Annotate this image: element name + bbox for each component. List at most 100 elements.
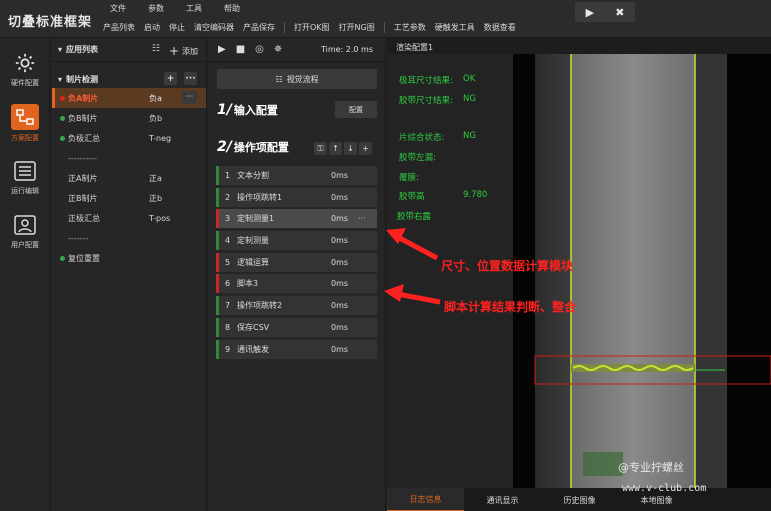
menu-data-view[interactable]: 数据查看	[484, 22, 516, 33]
plus-icon: +	[168, 44, 179, 58]
flow-icon	[11, 103, 39, 130]
list-item[interactable]: 负极汇总 T-neg	[52, 128, 206, 148]
op-item[interactable]: 6 脚本3 0ms	[216, 274, 377, 294]
status-dot	[60, 95, 65, 101]
group-header[interactable]: ▾ 制片检测 + ···	[52, 70, 206, 88]
item-name: ----------	[68, 153, 97, 163]
list-item[interactable]: 正A制片 正a	[52, 168, 206, 188]
close-icon[interactable]: ✖	[615, 6, 624, 19]
item-name: 负极汇总	[68, 133, 100, 143]
move-down-icon[interactable]: ↓	[344, 142, 357, 155]
op-item[interactable]: 1 文本分割 0ms	[216, 166, 377, 185]
item-name: 正B制片	[68, 193, 98, 203]
menu-help[interactable]: 帮助	[224, 3, 240, 14]
menu-open-ng-image[interactable]: 打开NG图	[339, 22, 375, 33]
op-item[interactable]: 5 逻辑运算 0ms	[216, 252, 377, 272]
tab-log[interactable]: 日志信息	[387, 488, 464, 511]
op-name: 定制测量	[237, 236, 269, 246]
menu-clear-encoder[interactable]: 清空编码器	[194, 22, 234, 33]
op-time: 0ms	[331, 301, 349, 311]
bottom-tabs: 日志信息 通讯显示 历史图像 本地图像	[387, 488, 771, 511]
play-icon[interactable]: ▶	[218, 44, 226, 55]
sidebar-item-label: 硬件配置	[11, 78, 39, 87]
bulb-icon[interactable]: ✵	[274, 44, 282, 55]
op-name: 操作项跳转2	[237, 301, 283, 311]
config-button[interactable]: 配置	[335, 101, 377, 118]
vision-flow-button[interactable]: ☷ 视觉流程	[217, 69, 377, 89]
add-app-button[interactable]: + 添加	[169, 44, 198, 58]
tab-comm[interactable]: 通讯显示	[464, 488, 541, 511]
move-up-icon[interactable]: ↑	[329, 142, 342, 155]
op-time: 0ms	[331, 171, 349, 180]
tab-history-image[interactable]: 历史图像	[541, 488, 618, 511]
op-item[interactable]: 7 操作项跳转2 0ms	[216, 296, 377, 316]
op-item[interactable]: 9 通讯触发 0ms	[216, 339, 377, 359]
menu-tools[interactable]: 工具	[186, 3, 202, 14]
menu-separator	[284, 22, 285, 33]
collapse-icon[interactable]: ▾	[58, 45, 62, 54]
hierarchy-icon[interactable]: ☷	[152, 44, 160, 54]
menu-start[interactable]: 启动	[144, 22, 160, 33]
menu-open-ok-image[interactable]: 打开OK图	[294, 22, 330, 33]
add-group-button[interactable]: +	[164, 72, 177, 85]
add-op-icon[interactable]: +	[359, 142, 372, 155]
list-item[interactable]: 正B制片 正b	[52, 188, 206, 208]
step-icon[interactable]: ◎	[255, 44, 264, 55]
result-label: 胶带尺寸结果:	[399, 96, 453, 106]
image-canvas[interactable]: 极耳尺寸结果: OK 胶带尺寸结果: NG 片综合状态: NG 胶带左漏: 覆膜…	[387, 54, 771, 511]
lock-icon[interactable]: ⚿	[314, 142, 327, 155]
op-name: 定制测量1	[237, 214, 275, 224]
item-value: 负a	[149, 93, 162, 103]
stop-icon[interactable]: ■	[236, 44, 245, 55]
sidebar-item-hardware[interactable]: 硬件配置	[0, 44, 50, 94]
sidebar-item-user[interactable]: 用户配置	[0, 206, 50, 256]
gear-icon	[13, 51, 37, 75]
menu-save-product[interactable]: 产品保存	[243, 22, 275, 33]
app-title: 切叠标准框架	[8, 15, 93, 30]
op-more-button[interactable]: ···	[358, 214, 366, 223]
menu-stop[interactable]: 停止	[169, 22, 185, 33]
menu-product-list[interactable]: 产品列表	[103, 22, 135, 33]
menu-hard-trigger-tool[interactable]: 硬触发工具	[435, 22, 475, 33]
result-overall: 片综合状态: NG	[399, 131, 476, 143]
item-value: T-neg	[149, 133, 172, 143]
status-dot	[60, 135, 65, 141]
list-item[interactable]: 复位重置	[52, 248, 206, 268]
op-item[interactable]: 2 操作项跳转1 0ms	[216, 187, 377, 207]
sidebar-item-run-edit[interactable]: 运行编辑	[0, 152, 50, 202]
input-section-title: 1/输入配置	[217, 102, 278, 118]
image-panel: 渲染配置1 极耳尺寸结果: OK 胶带尺寸结果: NG 片综合状态: NG 胶带…	[387, 38, 771, 511]
menu-file[interactable]: 文件	[110, 3, 126, 14]
op-time: 0ms	[331, 214, 349, 224]
result-tape-size: 胶带尺寸结果: NG	[399, 94, 476, 106]
sidebar-item-scheme[interactable]: 方案配置	[0, 98, 50, 148]
menu-separator	[383, 22, 385, 33]
op-item[interactable]: 8 保存CSV 0ms	[216, 317, 377, 337]
op-time: 0ms	[331, 192, 349, 202]
list-item[interactable]: 负A制片 负a ···	[52, 88, 206, 108]
group-more-button[interactable]: ···	[184, 72, 197, 85]
menu-params[interactable]: 参数	[148, 3, 164, 14]
annotation-text-2: 脚本计算结果判断、整合	[444, 300, 577, 314]
result-label: 胶带右露	[397, 212, 432, 222]
result-value: NG	[463, 131, 476, 141]
status-dot	[60, 255, 65, 261]
op-item[interactable]: 3 定制测量1 0ms ···	[216, 209, 377, 229]
item-name: 复位重置	[68, 253, 100, 263]
op-item[interactable]: 4 定制测量 0ms	[216, 231, 377, 251]
list-item[interactable]: 负B制片 负b	[52, 108, 206, 128]
render-config-title: 渲染配置1	[396, 43, 434, 52]
result-tape-left: 胶带左漏:	[399, 151, 436, 163]
op-index: 1	[225, 171, 231, 180]
list-item[interactable]: 正极汇总 T-pos	[52, 208, 206, 228]
op-time: 0ms	[331, 257, 349, 267]
sidebar-item-label: 运行编辑	[11, 186, 39, 195]
results-overlay: 极耳尺寸结果: OK 胶带尺寸结果: NG 片综合状态: NG 胶带左漏: 覆膜…	[387, 54, 513, 494]
menu-process-params[interactable]: 工艺参数	[394, 22, 426, 33]
more-button[interactable]: ···	[182, 91, 197, 104]
toolbar-menu: 产品列表 启动 停止 清空编码器 产品保存 打开OK图 打开NG图 工艺参数 硬…	[103, 22, 525, 33]
result-label: 胶带左漏:	[399, 153, 436, 163]
group-title: 制片检测	[66, 74, 99, 84]
op-time: 0ms	[331, 236, 349, 246]
pin-icon[interactable]: ▶	[586, 6, 594, 19]
